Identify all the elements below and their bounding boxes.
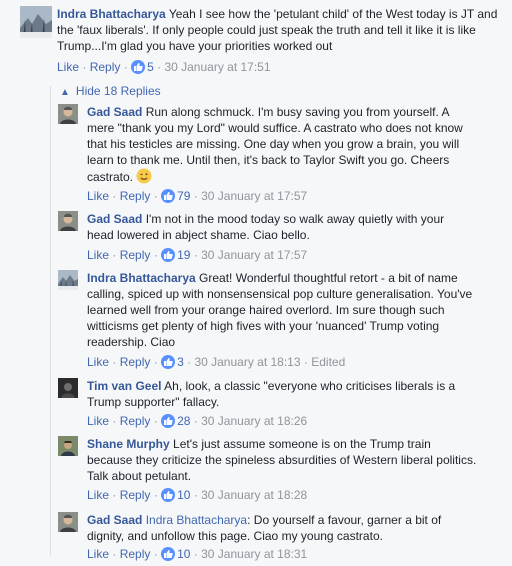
reply-item: Gad Saad Run along schmuck. I'm busy sav…	[58, 104, 508, 204]
timestamp[interactable]: 30 January at 17:57	[201, 248, 307, 262]
thumbs-up-icon	[161, 355, 176, 369]
reply-actions: Like · Reply · 3 · 30 January at 18:13 ·…	[87, 355, 346, 369]
like-count[interactable]: 5	[147, 60, 154, 74]
thumbs-up-icon	[161, 248, 176, 262]
like-link[interactable]: Like	[87, 547, 109, 561]
avatar[interactable]	[20, 6, 52, 38]
timestamp[interactable]: 30 January at 17:51	[164, 60, 270, 74]
avatar[interactable]	[58, 512, 78, 532]
reply-actions: Like · Reply · 19 · 30 January at 17:57	[87, 248, 308, 262]
reply-body: Gad Saad Indra Bhattacharya: Do yourself…	[87, 512, 477, 544]
thumbs-up-icon	[131, 60, 146, 74]
hide-replies-link[interactable]: ▲ Hide 18 Replies	[60, 83, 161, 101]
timestamp[interactable]: 30 January at 18:26	[201, 414, 307, 428]
like-link[interactable]: Like	[87, 488, 109, 502]
thumbs-up-icon	[161, 189, 176, 203]
like-link[interactable]: Like	[57, 60, 79, 74]
reply-item: Gad Saad I'm not in the mood today so wa…	[58, 211, 508, 262]
mention-link[interactable]: Indra Bhattacharya	[146, 513, 247, 527]
like-count[interactable]: 79	[177, 189, 190, 203]
author-name[interactable]: Shane Murphy	[87, 437, 170, 451]
like-count[interactable]: 10	[177, 488, 190, 502]
like-count[interactable]: 3	[177, 355, 184, 369]
edited-label[interactable]: Edited	[311, 355, 345, 369]
like-link[interactable]: Like	[87, 248, 109, 262]
reply-item: Indra Bhattacharya Great! Wonderful thou…	[58, 270, 508, 370]
reply-link[interactable]: Reply	[120, 414, 151, 428]
avatar[interactable]	[58, 211, 78, 231]
thumbs-up-icon	[161, 488, 176, 502]
avatar[interactable]	[58, 436, 78, 456]
reply-link[interactable]: Reply	[120, 547, 151, 561]
reply-item: Tim van Geel Ah, look, a classic "everyo…	[58, 378, 508, 428]
timestamp[interactable]: 30 January at 18:28	[201, 488, 307, 502]
timestamp[interactable]: 30 January at 17:57	[201, 189, 307, 203]
wink-emoji-icon	[136, 168, 152, 184]
reply-body: Shane Murphy Let's just assume someone i…	[87, 436, 477, 484]
like-link[interactable]: Like	[87, 414, 109, 428]
reply-body: Indra Bhattacharya Great! Wonderful thou…	[87, 270, 477, 350]
like-count[interactable]: 28	[177, 414, 190, 428]
comment-actions: Like · Reply · 5 · 30 January at 17:51	[57, 60, 271, 74]
reply-link[interactable]: Reply	[90, 60, 121, 74]
comment-body: Indra Bhattacharya Yeah I see how the 'p…	[57, 6, 507, 54]
reply-link[interactable]: Reply	[120, 189, 151, 203]
reply-actions: Like · Reply · 10 · 30 January at 18:31	[87, 547, 308, 561]
comment: Indra Bhattacharya Yeah I see how the 'p…	[20, 6, 510, 76]
reply-actions: Like · Reply · 28 · 30 January at 18:26	[87, 414, 308, 428]
avatar[interactable]	[58, 378, 78, 398]
thumbs-up-icon	[161, 414, 176, 428]
like-count[interactable]: 19	[177, 248, 190, 262]
reply-item: Gad Saad Indra Bhattacharya: Do yourself…	[58, 512, 508, 564]
author-name[interactable]: Gad Saad	[87, 212, 142, 226]
like-count[interactable]: 10	[177, 547, 190, 561]
avatar[interactable]	[58, 270, 78, 290]
reply-body: Gad Saad Run along schmuck. I'm busy sav…	[87, 104, 477, 185]
caret-up-icon: ▲	[60, 87, 70, 98]
reply-link[interactable]: Reply	[120, 248, 151, 262]
reply-body: Gad Saad I'm not in the mood today so wa…	[87, 211, 457, 243]
author-name[interactable]: Gad Saad	[87, 513, 142, 527]
author-name[interactable]: Gad Saad	[87, 105, 142, 119]
author-name[interactable]: Tim van Geel	[87, 379, 161, 393]
timestamp[interactable]: 30 January at 18:31	[201, 547, 307, 561]
author-name[interactable]: Indra Bhattacharya	[57, 7, 166, 21]
reply-link[interactable]: Reply	[120, 355, 151, 369]
reply-actions: Like · Reply · 10 · 30 January at 18:28	[87, 488, 308, 502]
avatar[interactable]	[58, 104, 78, 124]
thumbs-up-icon	[161, 547, 176, 561]
like-link[interactable]: Like	[87, 355, 109, 369]
timestamp[interactable]: 30 January at 18:13	[194, 355, 300, 369]
reply-item: Shane Murphy Let's just assume someone i…	[58, 436, 508, 502]
reply-actions: Like · Reply · 79 · 30 January at 17:57	[87, 189, 308, 203]
reply-link[interactable]: Reply	[120, 488, 151, 502]
reply-body: Tim van Geel Ah, look, a classic "everyo…	[87, 378, 477, 410]
thread-line	[50, 86, 51, 556]
like-link[interactable]: Like	[87, 189, 109, 203]
author-name[interactable]: Indra Bhattacharya	[87, 271, 196, 285]
